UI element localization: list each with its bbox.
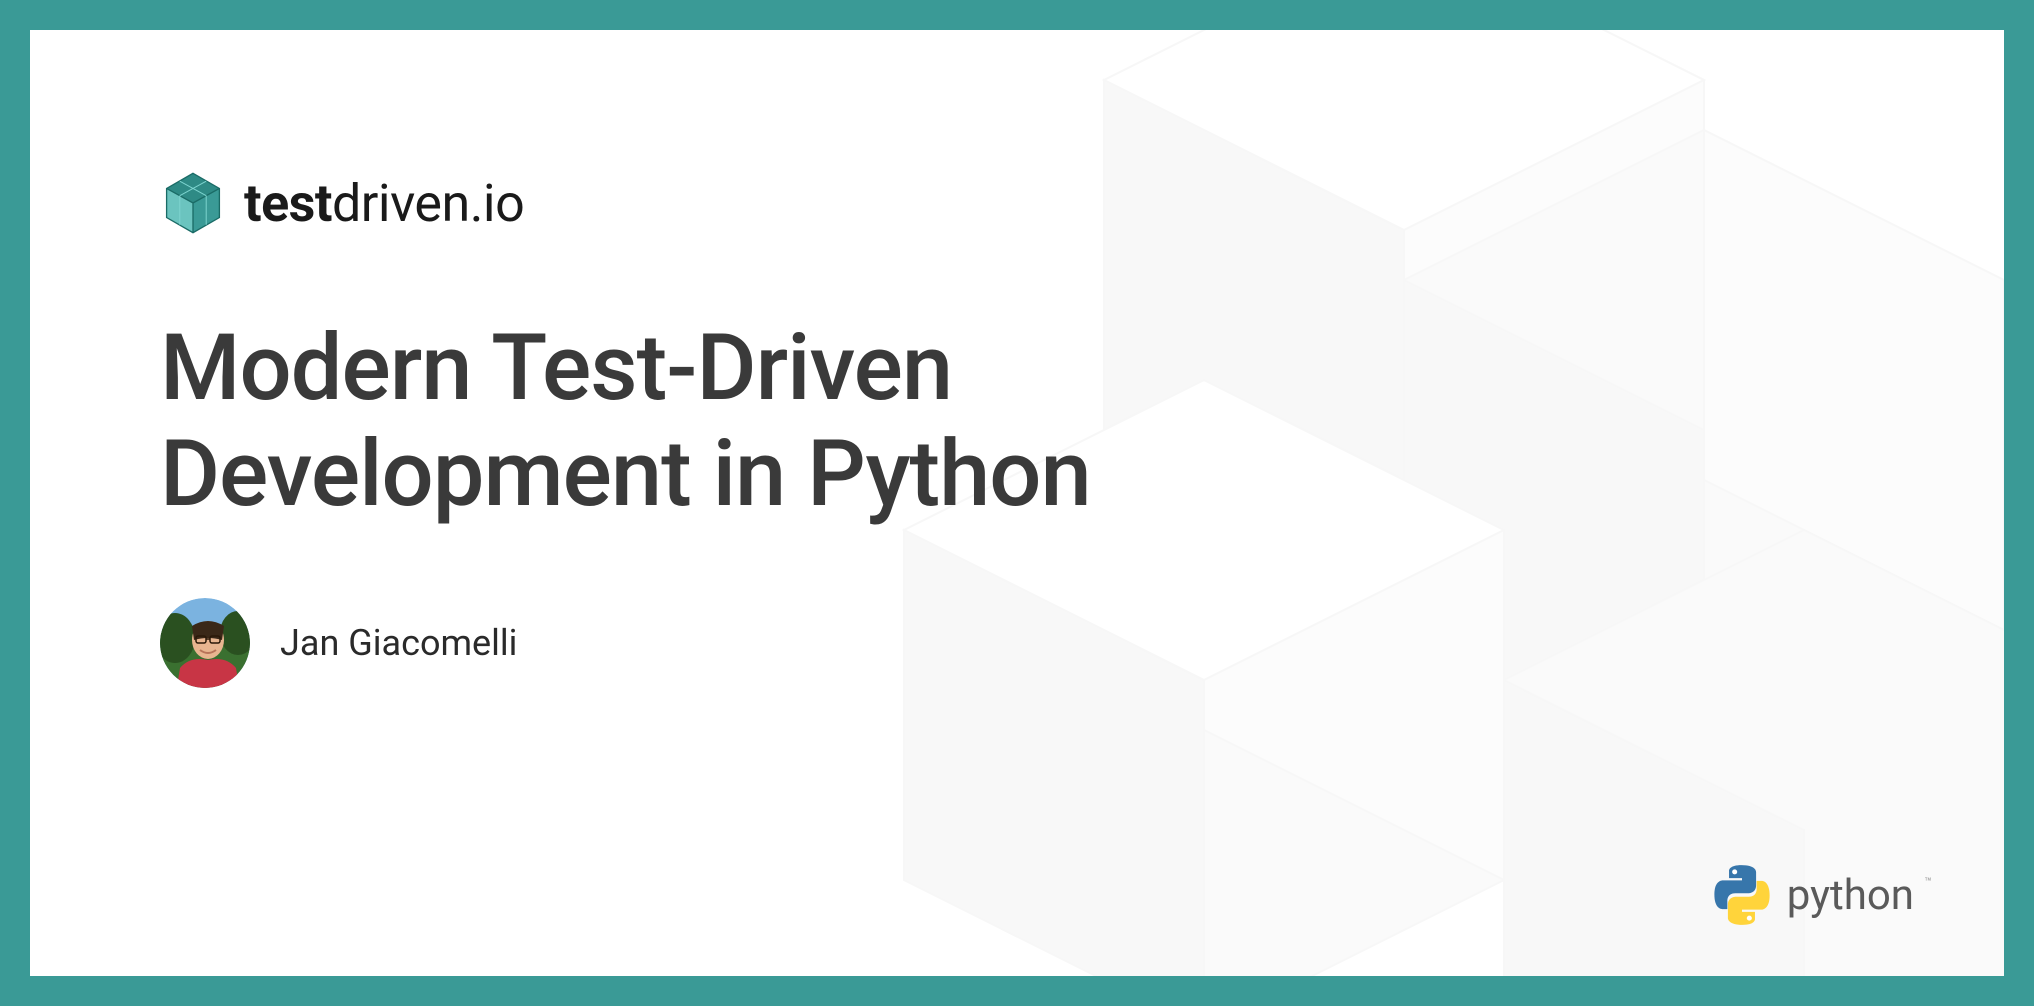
author-name: Jan Giacomelli [280,622,517,664]
brand-name: testdriven.io [244,173,524,234]
python-badge: python ™ [1711,864,1914,926]
card-frame: testdriven.io Modern Test-Driven Develop… [0,0,2034,1006]
python-logo-icon [1711,864,1773,926]
python-badge-text: python ™ [1787,871,1914,920]
author-avatar [160,598,250,688]
brand-logo: testdriven.io [160,170,2004,236]
card-body: testdriven.io Modern Test-Driven Develop… [30,30,2004,976]
trademark-symbol: ™ [1924,875,1932,889]
testdrivenio-cube-icon [160,170,226,236]
python-name: python [1787,871,1914,920]
author-byline: Jan Giacomelli [160,598,2004,688]
brand-name-bold: test [244,173,332,234]
article-title: Modern Test-Driven Development in Python [160,316,1360,528]
content-area: testdriven.io Modern Test-Driven Develop… [30,30,2004,688]
brand-name-light: driven.io [332,173,524,234]
